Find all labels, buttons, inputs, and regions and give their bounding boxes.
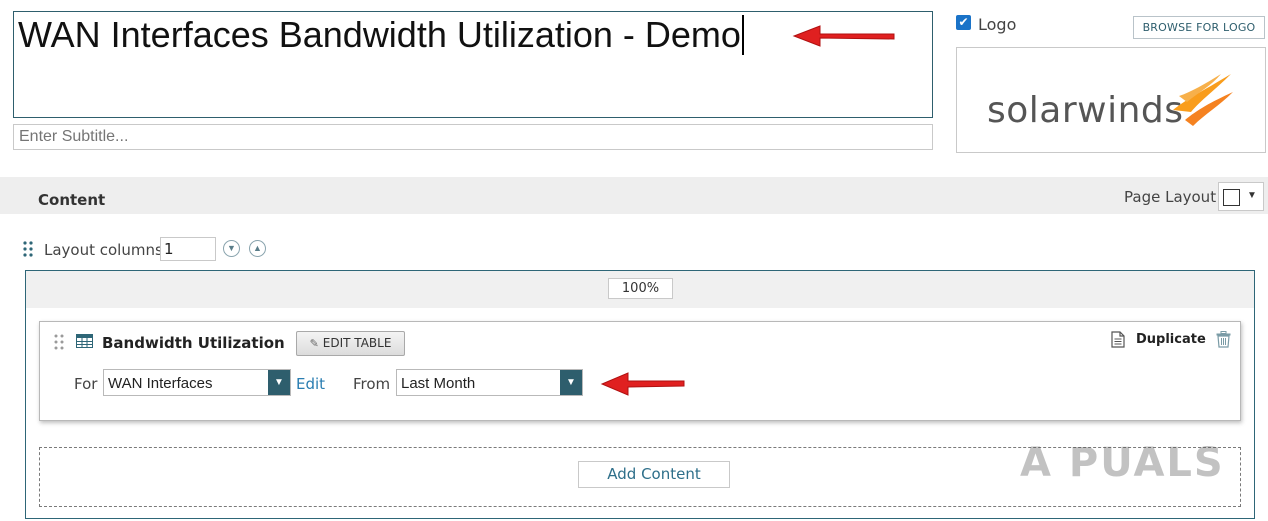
browse-for-logo-button[interactable]: BROWSE FOR LOGO xyxy=(1133,16,1265,39)
table-icon xyxy=(76,334,93,348)
report-title-text: WAN Interfaces Bandwidth Utilization - D… xyxy=(18,14,741,55)
layout-columns-label: Layout columns xyxy=(44,241,163,259)
page-layout-label: Page Layout xyxy=(1124,188,1217,206)
pencil-icon: ✎ xyxy=(309,337,319,350)
subtitle-input[interactable] xyxy=(13,124,933,150)
content-section-bar xyxy=(0,177,1268,214)
caret-down-icon: ▼ xyxy=(1247,190,1257,201)
annotation-arrow-title xyxy=(792,25,895,47)
from-label: From xyxy=(353,375,391,393)
chevron-up-icon: ▲ xyxy=(253,243,262,253)
resource-title: Bandwidth Utilization xyxy=(102,334,285,352)
for-label: For xyxy=(74,375,98,393)
logo-checkbox-label: Logo xyxy=(978,15,1017,34)
columns-decrease-button[interactable]: ▼ xyxy=(223,240,240,257)
logo-preview: solarwinds xyxy=(956,47,1266,153)
logo-wordmark: solarwinds xyxy=(987,90,1184,131)
edit-link[interactable]: Edit xyxy=(296,375,325,393)
solarwinds-flame-icon xyxy=(1173,74,1233,126)
layout-columns-input[interactable] xyxy=(160,237,216,261)
logo-checkbox[interactable]: ✔ xyxy=(956,15,971,30)
page-layout-dropdown[interactable]: ▼ xyxy=(1218,182,1264,211)
edit-table-button[interactable]: ✎ EDIT TABLE xyxy=(296,331,405,356)
drag-handle-icon[interactable] xyxy=(23,241,33,257)
chevron-down-icon: ▼ xyxy=(227,243,236,253)
chevron-down-icon: ▼ xyxy=(560,370,582,395)
text-caret xyxy=(741,15,744,55)
chevron-down-icon: ▼ xyxy=(268,370,290,395)
from-select[interactable]: Last Month ▼ xyxy=(396,369,583,396)
from-select-value: Last Month xyxy=(401,375,476,392)
check-icon: ✔ xyxy=(958,15,969,29)
annotation-arrow-from xyxy=(600,372,685,396)
add-content-button[interactable]: Add Content xyxy=(578,461,730,488)
edit-table-label: EDIT TABLE xyxy=(322,336,392,350)
for-select-value: WAN Interfaces xyxy=(108,375,213,392)
for-select[interactable]: WAN Interfaces ▼ xyxy=(103,369,291,396)
content-heading: Content xyxy=(38,191,106,209)
page-layout-swatch xyxy=(1223,189,1240,206)
column-width-input[interactable]: 100% xyxy=(608,278,673,299)
columns-increase-button[interactable]: ▲ xyxy=(249,240,266,257)
watermark: A PUALS xyxy=(1020,440,1225,486)
duplicate-button[interactable]: Duplicate xyxy=(1136,332,1206,347)
trash-icon[interactable] xyxy=(1216,331,1231,348)
drag-handle-icon[interactable] xyxy=(54,334,64,350)
duplicate-icon[interactable] xyxy=(1111,331,1125,348)
